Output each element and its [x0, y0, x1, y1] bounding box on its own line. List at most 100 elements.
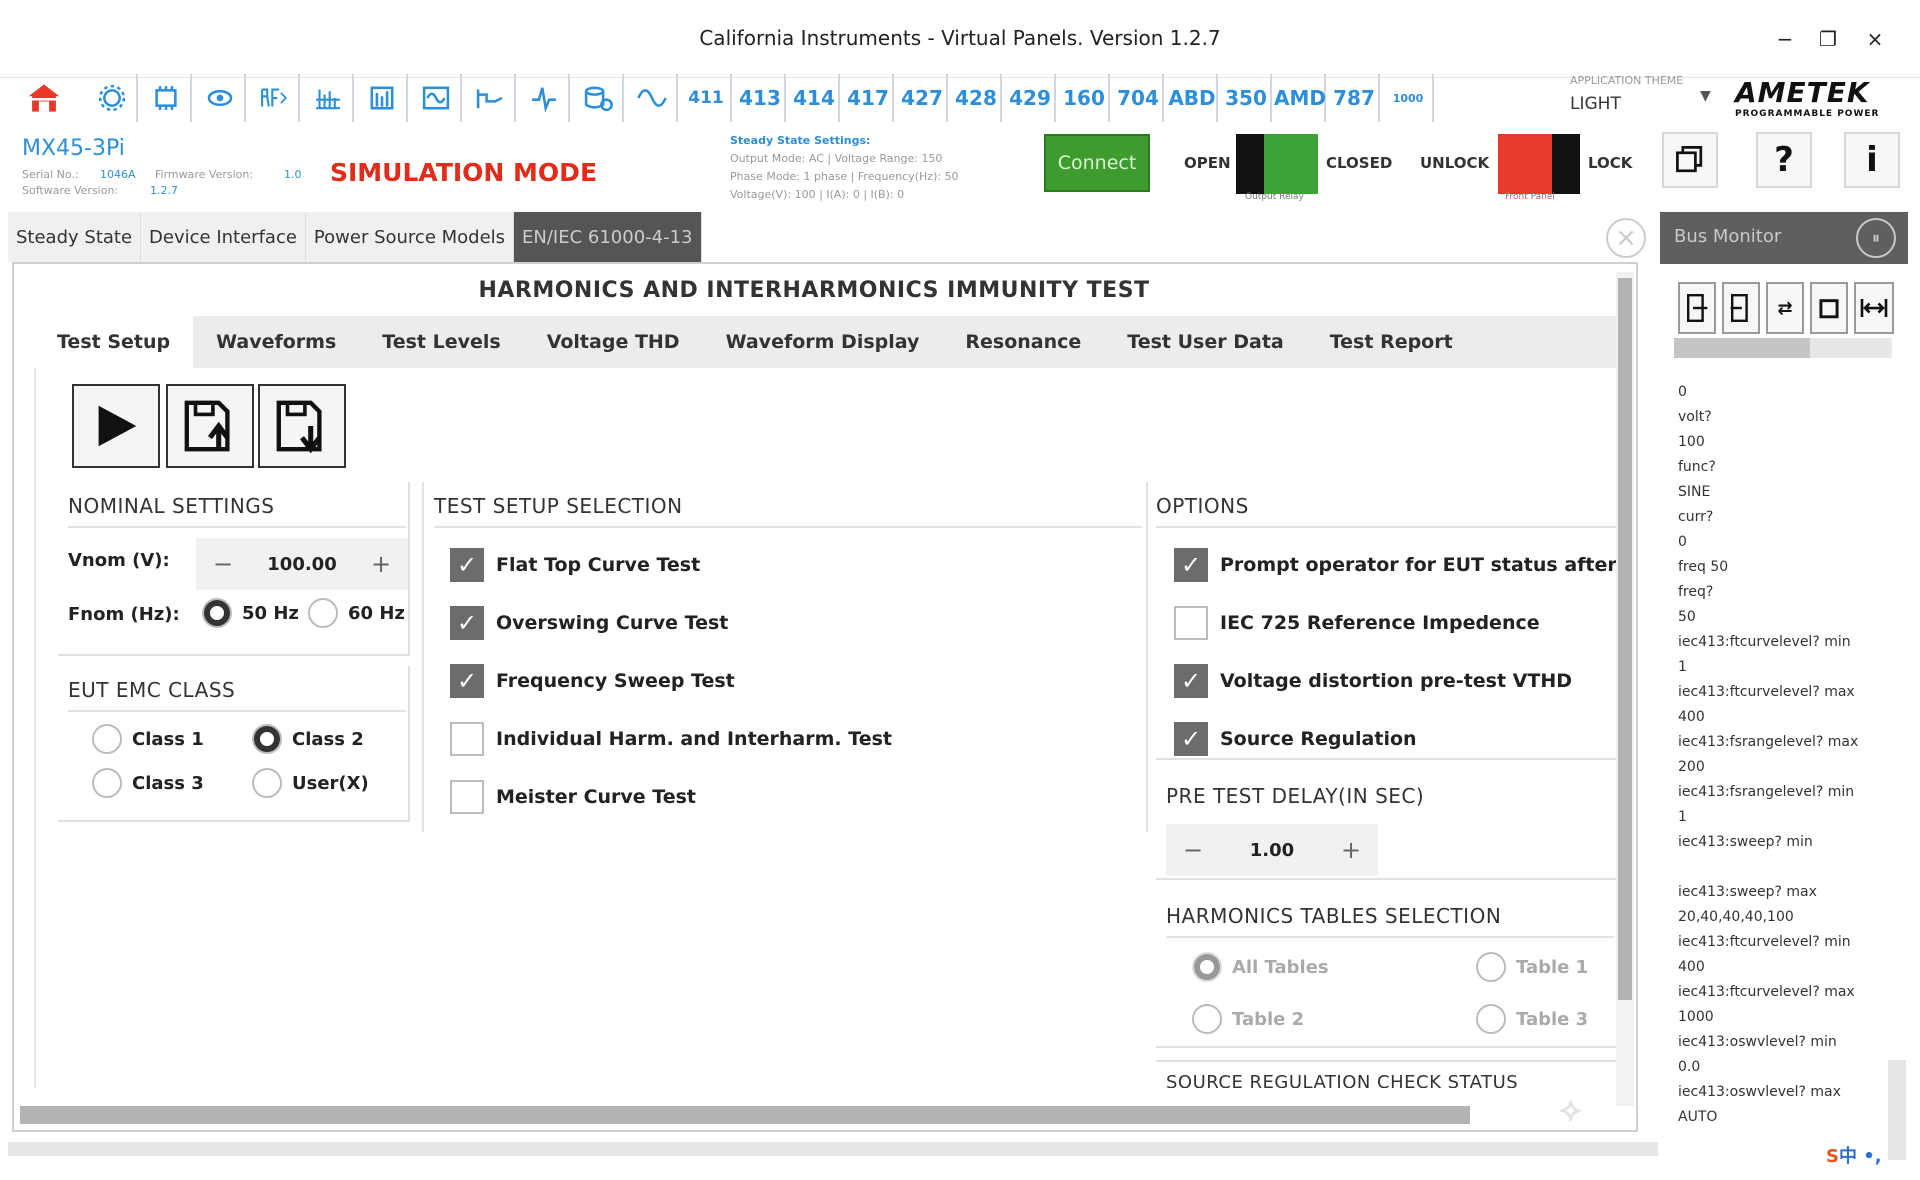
tab-power-source-models[interactable]: Power Source Models	[305, 212, 515, 262]
vnom-value[interactable]: 100.00	[250, 553, 354, 575]
open-label: OPEN	[1184, 154, 1231, 172]
class-2-radio[interactable]: Class 2	[252, 724, 364, 754]
model-amd-button[interactable]: AMD	[1274, 74, 1326, 122]
transient-button[interactable]	[520, 74, 570, 122]
model-787-button[interactable]: 787	[1330, 74, 1380, 122]
decrement-button[interactable]: −	[196, 550, 250, 578]
model-704-button[interactable]: 704	[1114, 74, 1164, 122]
pre-test-delay-value[interactable]: 1.00	[1220, 839, 1324, 861]
app-theme-select[interactable]: LIGHT	[1570, 94, 1720, 114]
tab-test-user-data[interactable]: Test User Data	[1104, 316, 1306, 368]
settings-button[interactable]	[88, 74, 138, 122]
model-414-button[interactable]: 414	[790, 74, 840, 122]
source-regulation-checkbox[interactable]: ✓ Source Regulation	[1174, 722, 1417, 756]
harmonics-button[interactable]	[304, 74, 354, 122]
view-button[interactable]	[196, 74, 246, 122]
pin-icon[interactable]: ⏸	[1856, 218, 1896, 258]
increment-button[interactable]: +	[354, 550, 408, 578]
window-toggle-button[interactable]	[1662, 132, 1718, 188]
tab-waveforms[interactable]: Waveforms	[193, 316, 359, 368]
bus-vertical-scrollbar[interactable]	[1888, 1060, 1906, 1160]
individual-harm-checkbox[interactable]: Individual Harm. and Interharm. Test	[450, 722, 892, 756]
rf-button[interactable]	[250, 74, 300, 122]
step-button[interactable]	[466, 74, 516, 122]
pre-test-delay-stepper[interactable]: − 1.00 +	[1166, 824, 1378, 876]
vertical-scrollbar-thumb[interactable]	[1618, 278, 1632, 1000]
waveform-table-button[interactable]	[412, 74, 462, 122]
all-tables-radio[interactable]: All Tables	[1192, 952, 1329, 982]
freq-60-radio[interactable]: 60 Hz	[308, 598, 405, 628]
chip-button[interactable]	[142, 74, 192, 122]
meister-curve-checkbox[interactable]: Meister Curve Test	[450, 780, 696, 814]
decrement-button[interactable]: −	[1166, 836, 1220, 864]
model-427-button[interactable]: 427	[898, 74, 948, 122]
connect-button[interactable]: Connect	[1044, 134, 1150, 192]
tab-test-report[interactable]: Test Report	[1307, 316, 1476, 368]
save-setup-button[interactable]	[258, 384, 346, 468]
radio-label: 60 Hz	[348, 602, 405, 624]
minimize-button[interactable]: −	[1765, 24, 1805, 54]
model-abd-button[interactable]: ABD	[1168, 74, 1218, 122]
run-button[interactable]	[72, 384, 160, 468]
class-3-radio[interactable]: Class 3	[92, 768, 204, 798]
frequency-sweep-checkbox[interactable]: ✓ Frequency Sweep Test	[450, 664, 735, 698]
database-button[interactable]	[574, 74, 624, 122]
user-x-radio[interactable]: User(X)	[252, 768, 369, 798]
tab-device-interface[interactable]: Device Interface	[141, 212, 306, 262]
info-button[interactable]: i	[1844, 132, 1900, 188]
model-429-button[interactable]: 429	[1006, 74, 1056, 122]
tab-test-setup[interactable]: Test Setup	[34, 316, 194, 368]
voltage-distortion-checkbox[interactable]: ✓ Voltage distortion pre-test VTHD	[1174, 664, 1572, 698]
prompt-eut-status-checkbox[interactable]: ✓ Prompt operator for EUT status after e…	[1174, 548, 1624, 582]
waveform-table-icon	[422, 86, 450, 110]
class-1-radio[interactable]: Class 1	[92, 724, 204, 754]
swap-button[interactable]: ⇄	[1766, 282, 1804, 334]
model-350-button[interactable]: 350	[1222, 74, 1272, 122]
stop-button[interactable]	[1810, 282, 1848, 334]
close-tab-icon[interactable]: ×	[1606, 218, 1646, 258]
chevron-down-icon[interactable]: ▼	[1700, 88, 1711, 104]
tab-test-levels[interactable]: Test Levels	[359, 316, 523, 368]
stop-icon	[1819, 299, 1839, 319]
bus-log-line: iec413:ftcurvelevel? max	[1678, 684, 1855, 700]
flat-top-curve-checkbox[interactable]: ✓ Flat Top Curve Test	[450, 548, 700, 582]
iec-725-checkbox[interactable]: IEC 725 Reference Impedence	[1174, 606, 1540, 640]
tab-resonance[interactable]: Resonance	[942, 316, 1104, 368]
sine-button[interactable]	[628, 74, 678, 122]
ime-indicator[interactable]: S中 •,	[1826, 1142, 1882, 1168]
model-428-button[interactable]: 428	[952, 74, 1002, 122]
freq-50-radio[interactable]: 50 Hz	[202, 598, 299, 628]
table-2-radio[interactable]: Table 2	[1192, 1004, 1304, 1034]
harmonics-tables-title: HARMONICS TABLES SELECTION	[1166, 904, 1502, 928]
checkbox-label: Prompt operator for EUT status after eac	[1220, 554, 1624, 576]
model-1000-button[interactable]: 1000	[1384, 74, 1434, 122]
help-button[interactable]: ?	[1756, 132, 1812, 188]
home-button[interactable]	[14, 74, 74, 122]
tab-steady-state[interactable]: Steady State	[8, 212, 142, 262]
close-button[interactable]: ×	[1855, 24, 1895, 54]
output-relay-toggle[interactable]	[1236, 134, 1318, 194]
maximize-button[interactable]: ❐	[1808, 24, 1848, 54]
fit-width-button[interactable]	[1854, 282, 1894, 334]
table-3-radio[interactable]: Table 3	[1476, 1004, 1588, 1034]
horizontal-scrollbar-thumb[interactable]	[20, 1106, 1470, 1124]
tab-waveform-display[interactable]: Waveform Display	[703, 316, 943, 368]
load-setup-button[interactable]	[166, 384, 254, 468]
overswing-curve-checkbox[interactable]: ✓ Overswing Curve Test	[450, 606, 728, 640]
model-160-button[interactable]: 160	[1060, 74, 1110, 122]
table-1-radio[interactable]: Table 1	[1476, 952, 1588, 982]
tab-voltage-thd[interactable]: Voltage THD	[524, 316, 703, 368]
vnom-stepper[interactable]: − 100.00 +	[196, 538, 408, 590]
increment-button[interactable]: +	[1324, 836, 1378, 864]
model-413-button[interactable]: 413	[736, 74, 786, 122]
model-411-button[interactable]: 411	[682, 74, 732, 122]
table-button[interactable]	[358, 74, 408, 122]
import-log-button[interactable]	[1722, 282, 1760, 334]
tab-en-iec-61000-4-13[interactable]: EN/IEC 61000-4-13	[514, 212, 702, 262]
bus-horizontal-scrollbar-thumb[interactable]	[1674, 338, 1810, 358]
model-417-button[interactable]: 417	[844, 74, 894, 122]
front-panel-toggle[interactable]	[1498, 134, 1580, 194]
steady-state-title: Steady State Settings:	[730, 134, 871, 147]
radio-indicator	[252, 724, 282, 754]
export-log-button[interactable]	[1678, 282, 1716, 334]
